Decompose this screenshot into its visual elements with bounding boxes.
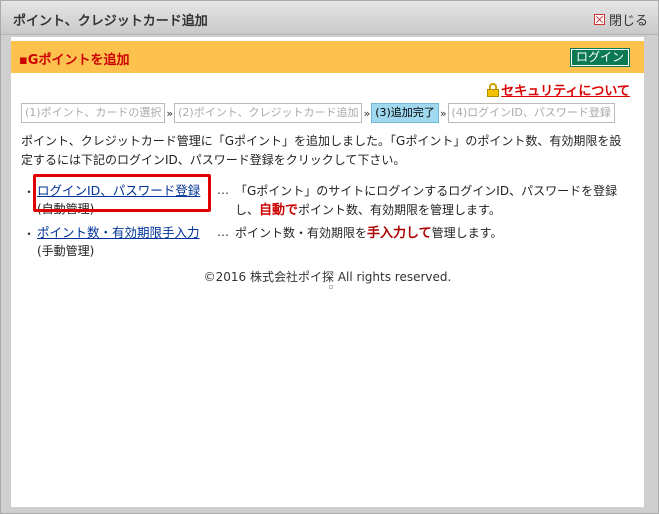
option-text-before: ポイント数・有効期限を [235,226,368,240]
modal-titlebar: ポイント、クレジットカード追加 閉じる [1,1,658,35]
step-separator: » [166,106,174,120]
option-text-after: 管理します。 [431,226,503,240]
step-2: (2)ポイント、クレジットカード追加 [174,103,363,123]
close-label[interactable]: 閉じる [609,10,648,29]
ellipsis: … [217,225,229,239]
close-button[interactable]: 閉じる [593,10,648,29]
option-description: 「Gポイント」のサイトにログインするログインID、パスワードを登録し、自動でポイ… [235,182,625,220]
section-header: ▪Gポイントを追加 ログイン [11,41,644,73]
login-button[interactable]: ログイン [569,48,631,67]
completion-message: ポイント、クレジットカード管理に「Gポイント」を追加しました。「Gポイント」のポ… [21,134,622,167]
bullet: ・ [23,227,36,241]
step-4: (4)ログインID、パスワード登録 [447,103,615,123]
highlight-box [33,174,211,212]
security-link-label[interactable]: セキュリティについて [501,80,630,99]
option-sub-label: (手動管理) [37,244,95,258]
ellipsis: … [217,183,229,197]
spacer-mark [329,285,333,289]
section-title: ▪Gポイントを追加 [19,53,130,68]
lock-icon [487,82,500,97]
progress-steps: (1)ポイント、カードの選択 » (2)ポイント、クレジットカード追加 » (3… [21,103,615,123]
step-1: (1)ポイント、カードの選択 [21,103,166,123]
option-text-after: ポイント数、有効期限を管理します。 [298,203,501,217]
option-auto-management: ・ ログインID、パスワード登録 (自動管理) … 「Gポイント」のサイトにログ… [21,174,631,222]
step-3-current: (3)追加完了 [371,103,439,123]
option-description: ポイント数・有効期限を手入力して管理します。 [235,224,625,243]
modal-dialog: ポイント、クレジットカード追加 閉じる ▪Gポイントを追加 ログイン セキュリテ… [0,0,659,514]
options-list: ・ ログインID、パスワード登録 (自動管理) … 「Gポイント」のサイトにログ… [21,174,631,264]
modal-content: ▪Gポイントを追加 ログイン セキュリティについて (1)ポイント、カードの選択… [11,37,644,507]
option-highlight: 手入力して [367,226,432,241]
manual-input-link[interactable]: ポイント数・有効期限手入力 [37,225,200,240]
copyright-footer: ©2016 株式会社ポイ探 All rights reserved. [203,270,452,284]
step-separator: » [363,106,371,120]
step-separator: » [439,106,447,120]
close-icon[interactable] [593,14,605,25]
modal-title: ポイント、クレジットカード追加 [13,14,208,29]
option-manual-management: ・ ポイント数・有効期限手入力 (手動管理) … ポイント数・有効期限を手入力し… [21,222,631,264]
security-link[interactable]: セキュリティについて [487,80,630,99]
option-highlight: 自動で [259,203,299,218]
option-link-column: ポイント数・有効期限手入力 (手動管理) [37,224,200,260]
